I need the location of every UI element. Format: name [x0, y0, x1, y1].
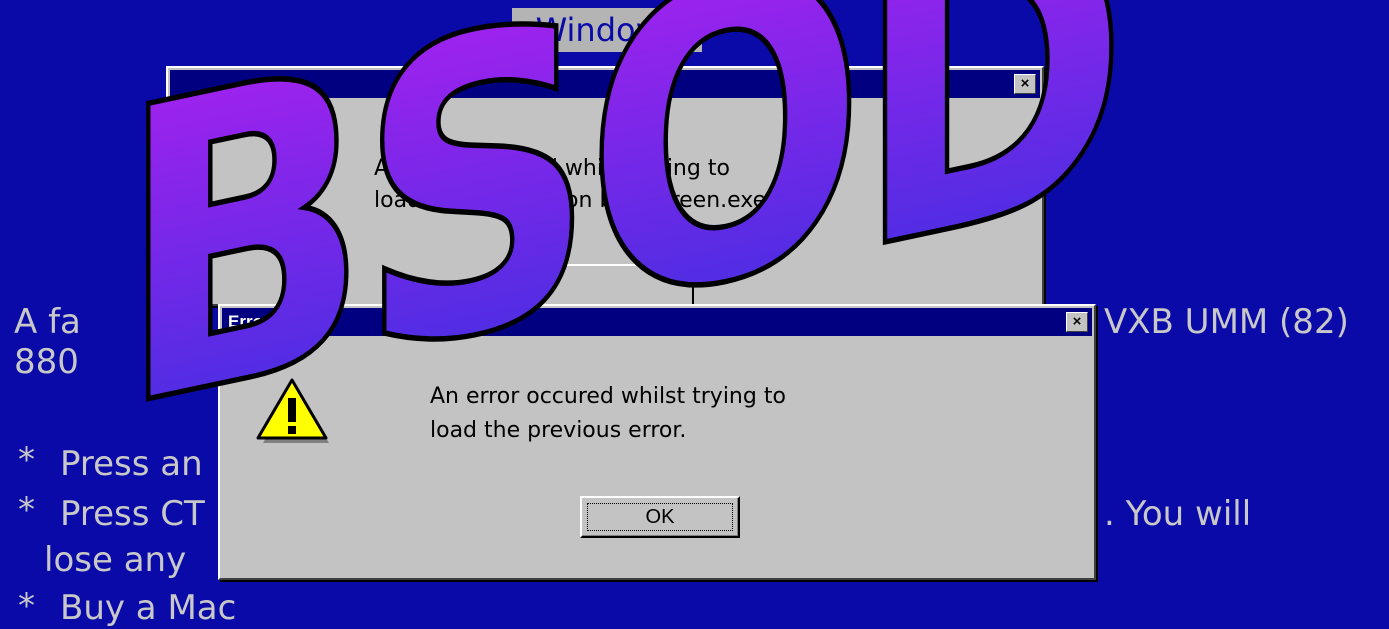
front-dialog-message-1: An error occured whilst trying to — [430, 384, 786, 409]
front-dialog-title: Error Error — [228, 312, 316, 331]
back-dialog-message-2: load the application bluescreen.exe" — [374, 188, 777, 213]
back-dialog-titlebar: × — [170, 70, 1040, 98]
front-dialog-titlebar: Error Error × — [222, 308, 1092, 336]
ok-button[interactable]: OK — [580, 496, 740, 538]
bsod-bullet-2: Press CT — [60, 494, 205, 534]
back-close-icon[interactable]: × — [1014, 74, 1036, 94]
bsod-line1-prefix: A fa — [14, 302, 81, 342]
front-error-dialog: Error Error × An error occured whilst tr… — [218, 304, 1096, 580]
bsod-bullet-3: Buy a Mac — [60, 588, 237, 628]
back-ok-button[interactable] — [520, 264, 694, 304]
ok-button-label: OK — [587, 503, 733, 531]
bsod-line2-prefix: 880 — [14, 342, 79, 382]
bsod-bullet-1: Press an — [60, 444, 203, 484]
bullet-star: * — [18, 586, 35, 626]
bullet-star: * — [18, 440, 35, 480]
back-error-dialog: × An error occured whilst trying to load… — [166, 66, 1044, 306]
bsod-bullet-2-suffix: . You will — [1104, 494, 1252, 534]
bullet-star: * — [18, 490, 35, 530]
back-dialog-message-1: An error occured whilst trying to — [374, 156, 730, 181]
bsod-bullet-2-continuation: lose any — [44, 540, 187, 580]
warning-icon — [256, 378, 329, 443]
front-dialog-message-2: load the previous error. — [430, 418, 687, 443]
windows-header-tag: Windows — [512, 8, 702, 52]
front-close-icon[interactable]: × — [1066, 312, 1088, 332]
bsod-line1-suffix: VXB UMM (82) — [1104, 302, 1349, 342]
